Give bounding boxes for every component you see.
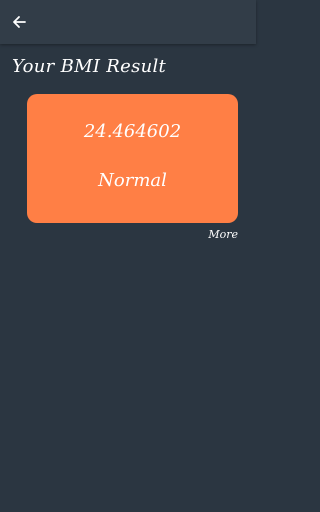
more-link[interactable]: More [208,228,238,241]
back-button[interactable] [6,9,32,35]
arrow-left-icon [13,16,26,28]
page-title: Your BMI Result [12,56,167,77]
app-bar [0,0,256,44]
bmi-value: 24.464602 [83,121,182,142]
bmi-category: Normal [98,170,167,191]
bmi-result-card: 24.464602 Normal [27,94,238,223]
